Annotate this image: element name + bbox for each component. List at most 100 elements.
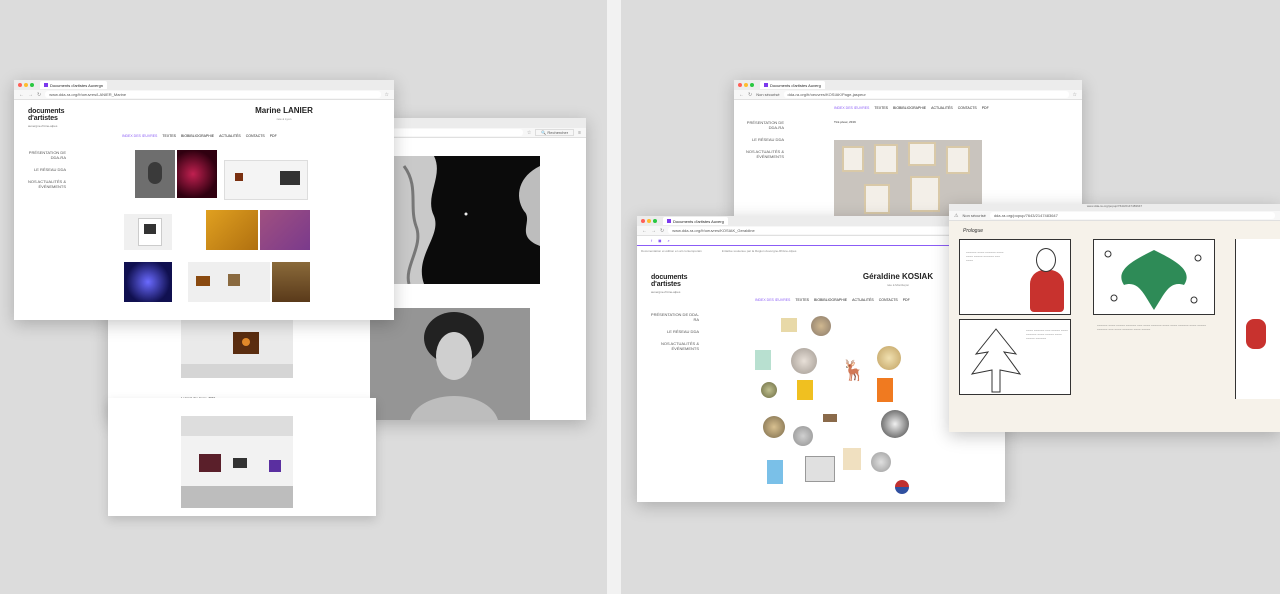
star-icon[interactable]: ☆ xyxy=(527,130,531,136)
browser-tab[interactable]: Documents d'artistes Auverg xyxy=(760,81,825,89)
thumb-book-3[interactable] xyxy=(797,380,813,400)
menu-icon[interactable]: ≡ xyxy=(578,130,581,136)
menu-item-contacts[interactable]: CONTACTS xyxy=(879,298,898,302)
reload-icon[interactable]: ↻ xyxy=(37,92,41,98)
facebook-icon[interactable]: f xyxy=(651,238,652,243)
back-arrow-icon[interactable]: ← xyxy=(739,92,744,98)
menu-item-contacts[interactable]: CONTACTS xyxy=(246,134,265,138)
menu-item-news[interactable]: ACTUALITÉS xyxy=(219,134,241,138)
thumb-2[interactable] xyxy=(177,150,217,198)
thumb-1[interactable] xyxy=(135,150,175,198)
menu-item-pdf[interactable]: PDF xyxy=(903,298,910,302)
window-controls[interactable] xyxy=(18,83,34,87)
url-field[interactable]: dda-ra.org/fr/oeuvres/KOSIAK/Page-jaspeu… xyxy=(783,91,1069,98)
sidebar-item-news[interactable]: NOS ACTUALITÉS & ÉVÉNEMENTS xyxy=(647,341,699,351)
sidebar-item-presentation[interactable]: PRÉSENTATION DE DDA-RA xyxy=(740,120,784,130)
thumb-book-2[interactable] xyxy=(755,350,771,370)
menu-item-bio[interactable]: BIOBIBLIOGRAPHIE xyxy=(893,106,926,110)
close-dot[interactable] xyxy=(18,83,22,87)
url-bar: ⚠ Non sécurisé dda-ra.org/popup/7643/214… xyxy=(949,211,1280,221)
thumb-6[interactable] xyxy=(260,210,310,250)
gallery-photo-2 xyxy=(181,416,293,508)
close-dot[interactable] xyxy=(738,83,742,87)
sidebar-item-network[interactable]: LE RÉSEAU DDA xyxy=(740,137,784,142)
thumb-circle-3[interactable] xyxy=(877,346,901,370)
menu-item-texts[interactable]: TEXTES xyxy=(162,134,176,138)
forward-arrow-icon[interactable]: → xyxy=(28,92,33,98)
window-controls[interactable] xyxy=(738,83,754,87)
sidebar-item-presentation[interactable]: PRÉSENTATION DE DDA-RA xyxy=(24,150,66,160)
url-field[interactable]: www.dda-ra.org/fr/oeuvres/LANIER_Marine xyxy=(45,91,381,98)
instagram-icon[interactable]: ◼ xyxy=(658,238,661,243)
thumb-circle-5[interactable] xyxy=(763,416,785,438)
close-dot[interactable] xyxy=(641,219,645,223)
search-icon[interactable]: ⌕ xyxy=(667,238,669,243)
thumb-9[interactable] xyxy=(272,262,310,302)
page-right-panel-2: ~~~~~~ ~~~~ ~~~~~ ~~~~~~ ~~~ ~~~~ ~~~~~~… xyxy=(1093,319,1215,395)
minimize-dot[interactable] xyxy=(24,83,28,87)
menu-item-index[interactable]: INDEX DES ŒUVRES xyxy=(755,298,790,302)
portrait-photo xyxy=(370,308,530,420)
reload-icon[interactable]: ↻ xyxy=(660,228,664,234)
thumb-small-1[interactable] xyxy=(823,414,837,422)
site-logo[interactable]: documents d'artistes auvergne-rhône-alpe… xyxy=(651,274,688,294)
thumb-3[interactable] xyxy=(224,160,308,200)
back-arrow-icon[interactable]: ← xyxy=(19,92,24,98)
sidebar-item-news[interactable]: NOS ACTUALITÉS & ÉVÉNEMENTS xyxy=(740,149,784,159)
thumb-book-1[interactable] xyxy=(781,318,797,332)
minimize-dot[interactable] xyxy=(647,219,651,223)
menu-item-bio[interactable]: BIOBIBLIOGRAPHIE xyxy=(181,134,214,138)
pine-tree-drawing xyxy=(970,328,1022,393)
menu-item-pdf[interactable]: PDF xyxy=(982,106,989,110)
thumb-sketch-1[interactable] xyxy=(805,456,835,482)
minimize-dot[interactable] xyxy=(744,83,748,87)
thumb-circle-7[interactable] xyxy=(793,426,813,446)
zoom-dot[interactable] xyxy=(30,83,34,87)
menu-item-bio[interactable]: BIOBIBLIOGRAPHIE xyxy=(814,298,847,302)
zoom-dot[interactable] xyxy=(750,83,754,87)
logo-line-2: d'artistes xyxy=(651,281,681,288)
browser-tab[interactable]: Documents d'artistes Auvergn xyxy=(40,81,108,89)
star-icon[interactable]: ☆ xyxy=(385,92,389,98)
thumb-5[interactable] xyxy=(206,210,258,250)
star-icon[interactable]: ☆ xyxy=(1073,92,1077,98)
book-spread: Prologue ~~~~~~ ~~~~ ~~~~~~ ~~~~ ~~~~ ~~… xyxy=(949,221,1280,432)
sidebar-item-news[interactable]: NOS ACTUALITÉS & ÉVÉNEMENTS xyxy=(24,179,66,189)
menu-item-news[interactable]: ACTUALITÉS xyxy=(852,298,874,302)
browser-tab[interactable]: Documents d'artistes Auverg xyxy=(663,217,728,225)
site-menu: INDEX DES ŒUVRES TEXTES BIOBIBLIOGRAPHIE… xyxy=(122,134,277,138)
thumb-circle-1[interactable] xyxy=(811,316,831,336)
thumb-book-4[interactable] xyxy=(877,378,893,402)
menu-item-news[interactable]: ACTUALITÉS xyxy=(931,106,953,110)
sidebar-item-network[interactable]: LE RÉSEAU DDA xyxy=(647,329,699,334)
thumb-circle-2[interactable] xyxy=(791,348,817,374)
menu-item-texts[interactable]: TEXTES xyxy=(874,106,888,110)
deer-illustration[interactable]: 🦌 xyxy=(841,358,866,384)
site-logo[interactable]: documents d'artistes auvergne-rhône-alpe… xyxy=(28,108,65,128)
thumb-8[interactable] xyxy=(188,262,270,302)
forward-arrow-icon[interactable]: → xyxy=(651,228,656,234)
back-arrow-icon[interactable]: ← xyxy=(642,228,647,234)
thumb-book-6[interactable] xyxy=(843,448,861,470)
menu-item-pdf[interactable]: PDF xyxy=(270,134,277,138)
thumb-circle-8[interactable] xyxy=(871,452,891,472)
window-controls[interactable] xyxy=(641,219,657,223)
sidebar-item-network[interactable]: LE RÉSEAU DDA xyxy=(24,167,66,172)
thumb-4[interactable] xyxy=(124,214,172,250)
search-field[interactable]: 🔍 Rechercher xyxy=(535,129,575,136)
menu-item-texts[interactable]: TEXTES xyxy=(795,298,809,302)
zoom-dot[interactable] xyxy=(653,219,657,223)
url-field[interactable]: dda-ra.org/popup/7643/2147483647 xyxy=(989,212,1275,219)
thumb-circle-4[interactable] xyxy=(761,382,777,398)
menu-item-index[interactable]: INDEX DES ŒUVRES xyxy=(122,134,157,138)
thumb-circle-6[interactable] xyxy=(881,410,909,438)
thumb-7[interactable] xyxy=(124,262,172,302)
sidebar-item-presentation[interactable]: PRÉSENTATION DE DDA-RA xyxy=(647,312,699,322)
thumb-circle-9[interactable] xyxy=(895,480,909,494)
thumb-book-5[interactable] xyxy=(767,460,783,484)
url-bar: ← → ↻ www.dda-ra.org/fr/oeuvres/LANIER_M… xyxy=(14,90,394,100)
reload-icon[interactable]: ↻ xyxy=(748,92,752,98)
tab-bar: Documents d'artistes Auverg xyxy=(734,80,1082,90)
menu-item-index[interactable]: INDEX DES ŒUVRES xyxy=(834,106,869,110)
menu-item-contacts[interactable]: CONTACTS xyxy=(958,106,977,110)
